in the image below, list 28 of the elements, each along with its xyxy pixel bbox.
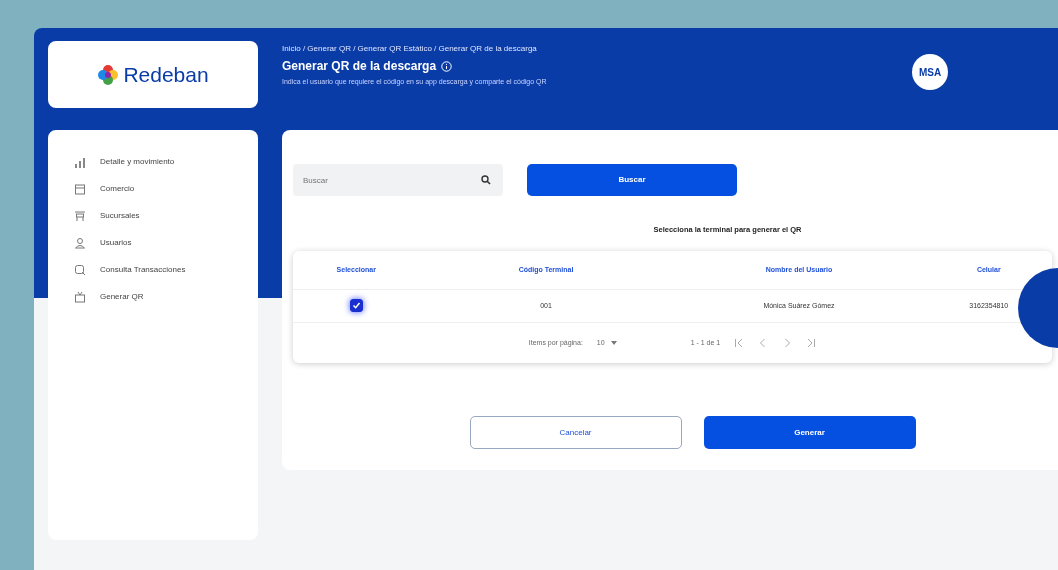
- logo-text: Redeban: [123, 61, 209, 88]
- page-title: Generar QR de la descarga: [282, 58, 437, 75]
- sidebar-item[interactable]: Sucursales: [74, 202, 258, 229]
- first-page-icon[interactable]: [734, 338, 745, 348]
- check-icon: [351, 300, 361, 310]
- info-icon: [441, 60, 453, 72]
- sidebar-item[interactable]: Consulta Transacciones: [74, 256, 258, 283]
- sidebar-item[interactable]: Generar QR: [74, 283, 258, 310]
- sidebar-item[interactable]: Detalle y movimiento: [74, 148, 258, 175]
- checkbox[interactable]: [349, 298, 363, 312]
- search-icon: [74, 263, 86, 276]
- cancel-button[interactable]: Cancelar: [469, 416, 682, 449]
- sidebar-item[interactable]: Usuarios: [74, 229, 258, 256]
- store-icon: [74, 182, 86, 195]
- search-field[interactable]: Buscar: [293, 164, 503, 196]
- user-avatar[interactable]: MSA: [912, 54, 948, 90]
- user-icon: [74, 236, 86, 249]
- flower-logo-icon: [97, 63, 120, 86]
- breadcrumb: Inicio / Generar QR / Generar QR Estático / Generar QR de la descarga: [282, 43, 538, 55]
- search-icon: [481, 175, 491, 185]
- last-page-icon[interactable]: [806, 338, 817, 348]
- caret-icon: [610, 341, 617, 345]
- sidebar-item[interactable]: Comercio: [74, 175, 258, 202]
- search-button[interactable]: Buscar: [527, 164, 737, 196]
- bar-chart-icon: [74, 155, 86, 168]
- generate-button[interactable]: Generar: [703, 416, 916, 449]
- next-page-icon[interactable]: [782, 338, 793, 348]
- tv-icon: [74, 290, 86, 303]
